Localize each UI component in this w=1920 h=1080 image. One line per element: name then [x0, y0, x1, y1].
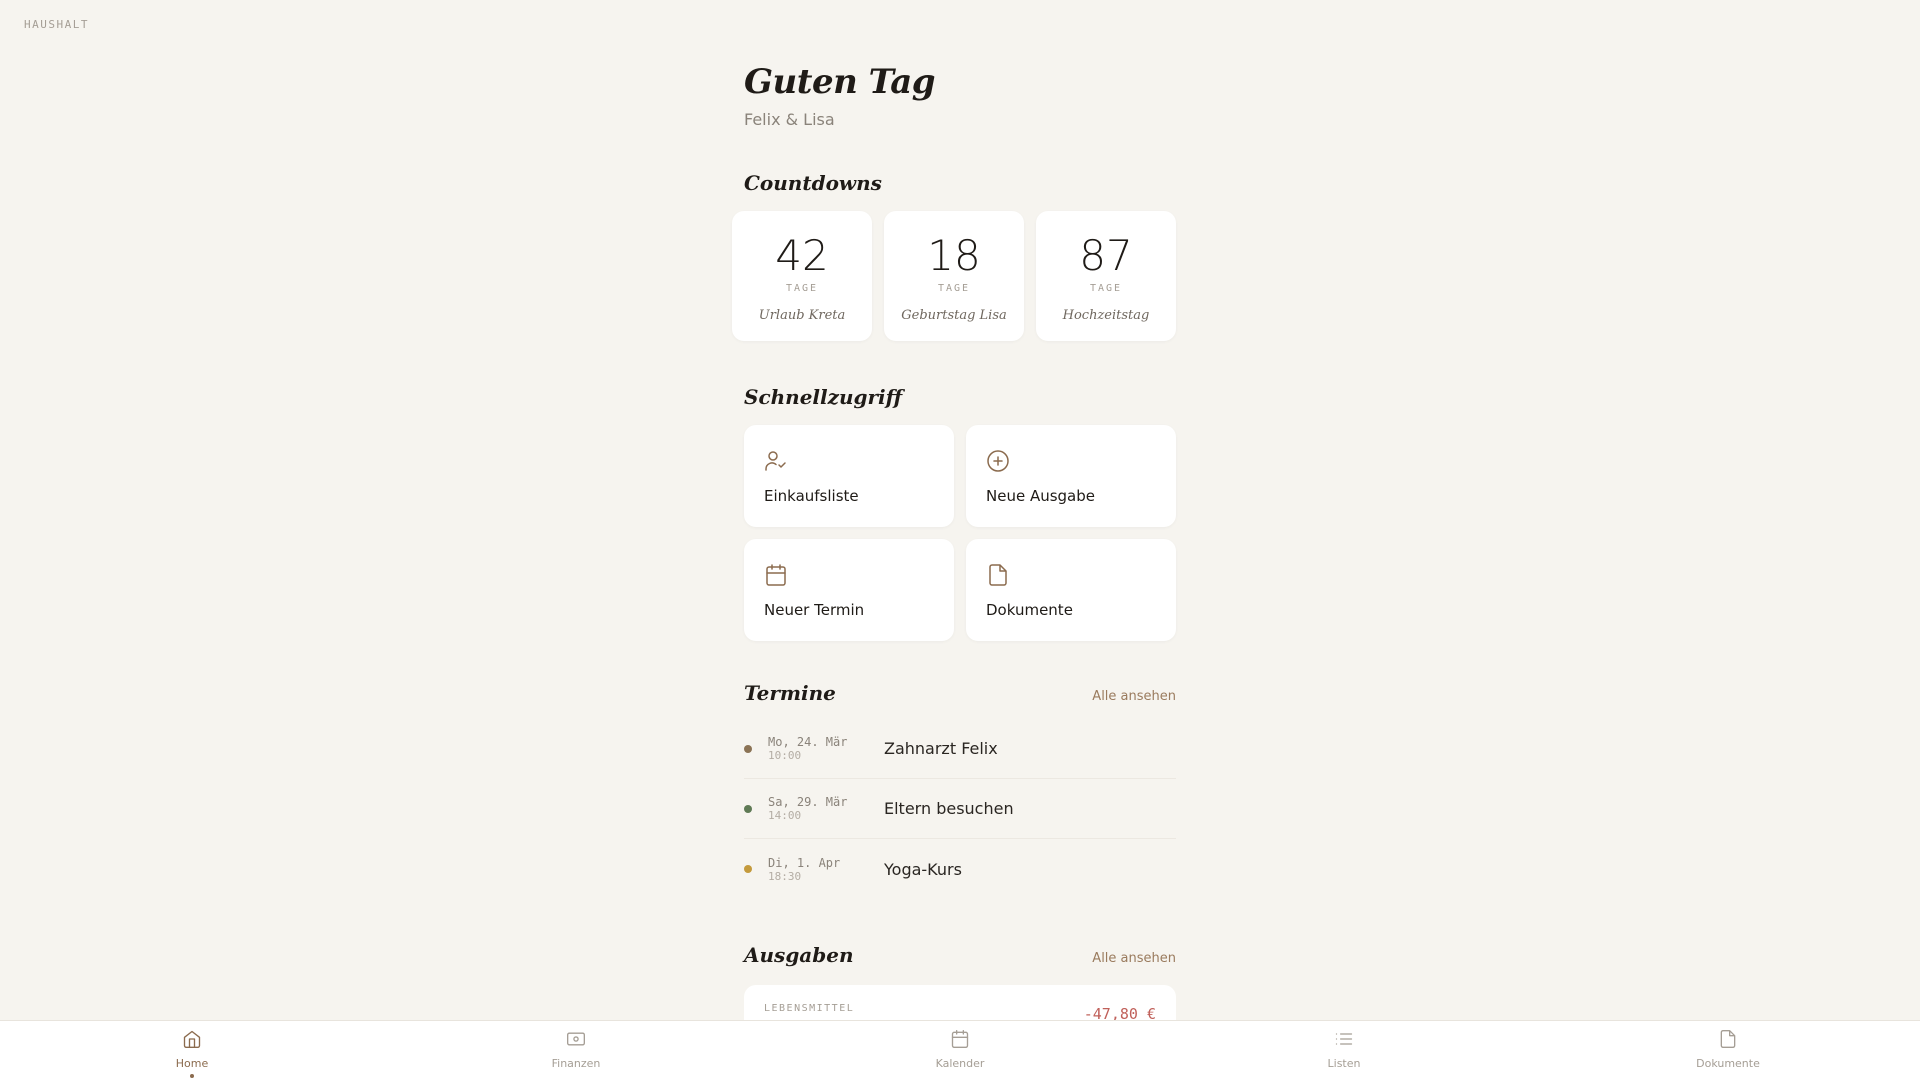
events-list: Mo, 24. Mär 10:00 Zahnarzt Felix Sa, 29.… [744, 719, 1176, 899]
countdown-value: 18 [927, 231, 981, 280]
expense-item[interactable]: LEBENSMITTEL -47,80 € [744, 985, 1176, 1025]
quick-access-grid: Einkaufsliste Neue Ausgabe Neuer Termin [744, 425, 1176, 641]
wallet-icon [566, 1029, 586, 1053]
quick-access-title: Schnellzugriff [744, 385, 903, 409]
list-item[interactable]: Di, 1. Apr 18:30 Yoga-Kurs [744, 839, 1176, 899]
countdown-label: Geburtstag Lisa [901, 308, 1007, 323]
event-time: 10:00 [768, 749, 802, 762]
event-color-dot [744, 744, 752, 753]
nav-item-listen[interactable]: Listen [1152, 1021, 1536, 1080]
event-datetime: Sa, 29. Mär 14:00 [768, 795, 884, 822]
quick-access-label: Einkaufsliste [764, 487, 859, 505]
events-title: Termine [744, 681, 836, 705]
countdown-unit: TAGE [785, 283, 819, 294]
document-icon [1718, 1029, 1738, 1053]
home-icon [182, 1029, 202, 1053]
expenses-see-all-link[interactable]: Alle ansehen [1092, 951, 1176, 966]
expenses-title: Ausgaben [744, 943, 854, 967]
shopping-list-button[interactable]: Einkaufsliste [744, 425, 954, 527]
active-indicator [190, 1074, 194, 1078]
countdown-card[interactable]: 42 TAGE Urlaub Kreta [732, 211, 872, 341]
new-expense-button[interactable]: Neue Ausgabe [966, 425, 1176, 527]
plus-circle-icon [986, 449, 1156, 473]
documents-button[interactable]: Dokumente [966, 539, 1176, 641]
list-item[interactable]: Sa, 29. Mär 14:00 Eltern besuchen [744, 779, 1176, 839]
nav-label: Listen [1327, 1057, 1361, 1070]
countdown-label: Hochzeitstag [1062, 308, 1150, 323]
nav-item-home[interactable]: Home [0, 1021, 384, 1080]
calendar-icon [950, 1029, 970, 1053]
event-datetime: Di, 1. Apr 18:30 [768, 856, 884, 883]
nav-item-kalender[interactable]: Kalender [768, 1021, 1152, 1080]
main-content: Guten Tag Felix & Lisa Countdowns 42 TAG… [732, 60, 1176, 1025]
event-title: Zahnarzt Felix [884, 739, 998, 758]
list-item[interactable]: Mo, 24. Mär 10:00 Zahnarzt Felix [744, 719, 1176, 779]
event-title: Yoga-Kurs [884, 859, 962, 879]
event-title: Eltern besuchen [884, 799, 1014, 818]
countdown-card[interactable]: 87 TAGE Hochzeitstag [1036, 211, 1176, 341]
event-time: 14:00 [768, 809, 802, 822]
event-datetime: Mo, 24. Mär 10:00 [768, 735, 884, 762]
event-day: Mo, 24. Mär [768, 735, 848, 749]
events-see-all-link[interactable]: Alle ansehen [1092, 689, 1176, 704]
countdown-value: 42 [775, 231, 829, 280]
event-color-dot [744, 865, 752, 873]
expenses-header: Ausgaben Alle ansehen [744, 943, 1176, 967]
new-appointment-button[interactable]: Neuer Termin [744, 539, 954, 641]
nav-item-dokumente[interactable]: Dokumente [1536, 1021, 1920, 1080]
list-icon [1334, 1029, 1354, 1053]
quick-access-label: Neuer Termin [764, 601, 865, 619]
countdown-card[interactable]: 18 TAGE Geburtstag Lisa [884, 211, 1024, 341]
quick-access-label: Dokumente [986, 601, 1073, 619]
countdowns-row: 42 TAGE Urlaub Kreta 18 TAGE Geburtstag … [732, 211, 1176, 341]
nav-label: Home [175, 1057, 209, 1070]
nav-label: Finanzen [551, 1057, 601, 1070]
countdown-unit: TAGE [937, 283, 971, 294]
events-header: Termine Alle ansehen [744, 681, 1176, 705]
quick-access-label: Neue Ausgabe [986, 487, 1095, 505]
user-check-icon [764, 449, 934, 473]
event-day: Sa, 29. Mär [768, 795, 848, 809]
event-day: Di, 1. Apr [768, 855, 841, 870]
bottom-navigation: Home Finanzen Kalender Listen Dokumente [0, 1020, 1920, 1080]
nav-item-finanzen[interactable]: Finanzen [384, 1021, 768, 1080]
countdown-unit: TAGE [1089, 283, 1123, 294]
event-time: 18:30 [768, 869, 802, 883]
countdowns-title: Countdowns [744, 171, 882, 195]
household-members: Felix & Lisa [744, 110, 835, 129]
event-color-dot [744, 804, 752, 813]
countdown-value: 87 [1079, 231, 1133, 280]
calendar-icon [764, 563, 934, 587]
countdown-label: Urlaub Kreta [758, 308, 846, 323]
app-brand: HAUSHALT [24, 18, 89, 31]
document-icon [986, 563, 1156, 587]
nav-label: Dokumente [1696, 1057, 1760, 1070]
nav-label: Kalender [935, 1057, 985, 1070]
page-title: Guten Tag [744, 62, 936, 102]
